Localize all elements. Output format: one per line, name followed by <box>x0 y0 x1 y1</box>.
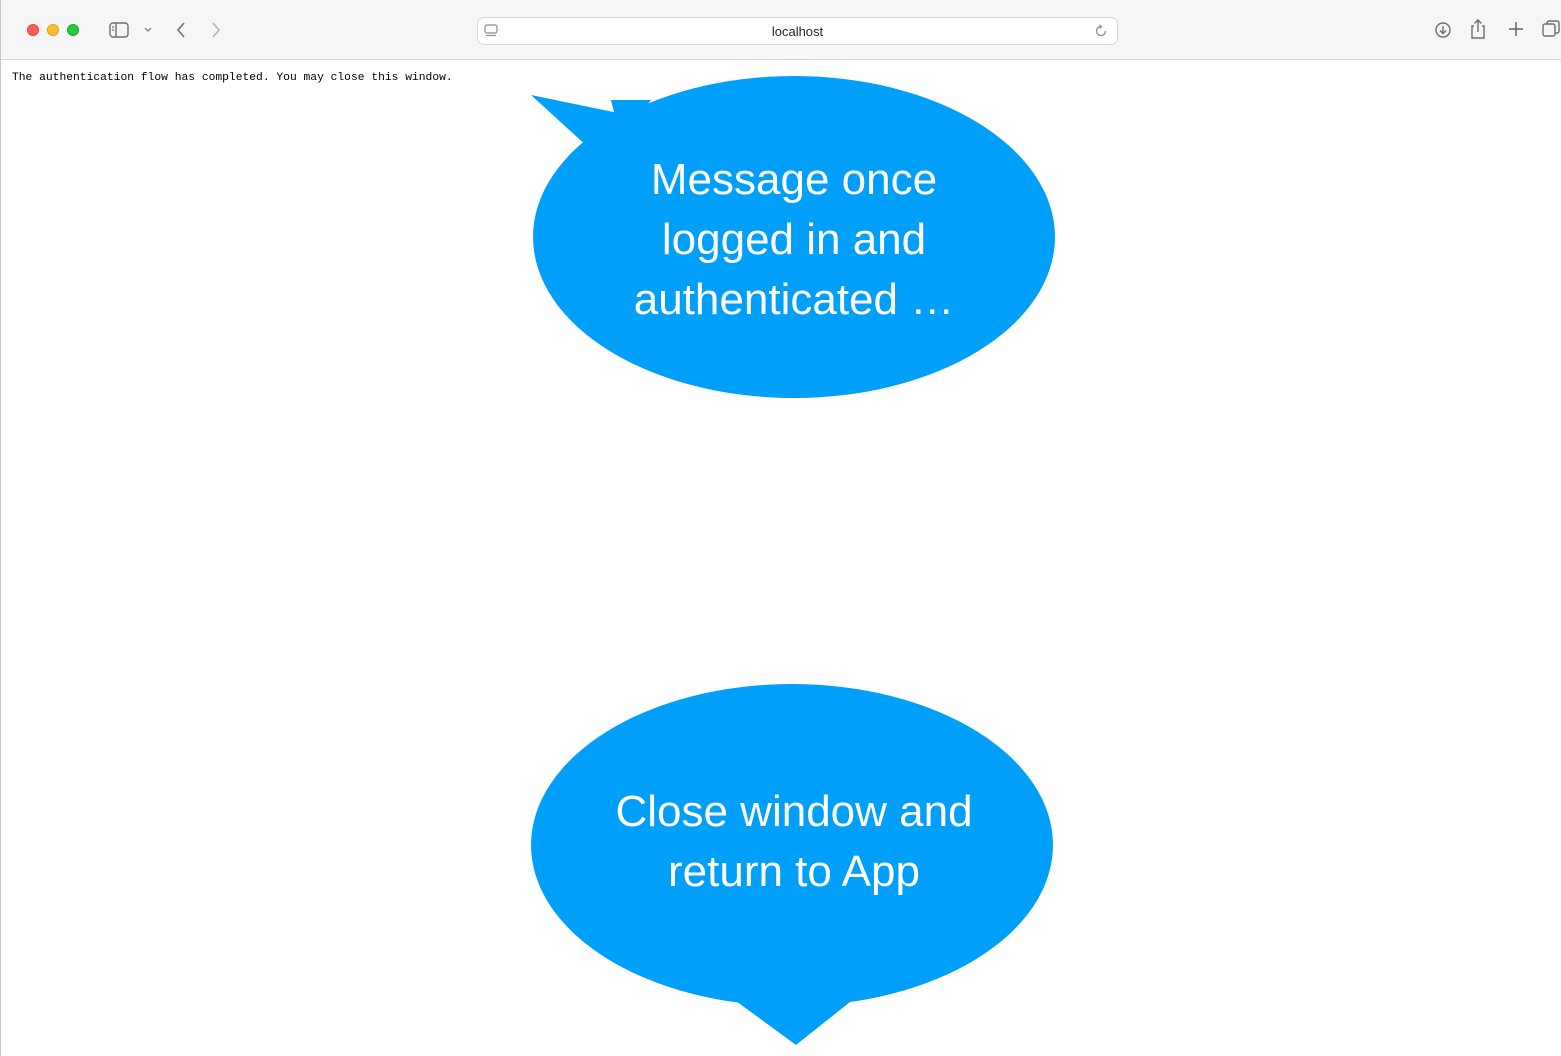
callout-1-line-2: logged in and <box>661 215 927 264</box>
callout-1-line-1: Message once <box>650 155 938 204</box>
callout-1-line-3: authenticated … <box>633 275 955 324</box>
callout-2-line-1: Close window and <box>615 787 973 836</box>
callout-2-line-2: return to App <box>668 847 920 896</box>
callout-2-text: Close window and return to App <box>561 782 1027 902</box>
browser-window: localhost The authentication flow has co… <box>0 0 1561 1056</box>
callout-1-text: Message once logged in and authenticated… <box>561 150 1027 330</box>
